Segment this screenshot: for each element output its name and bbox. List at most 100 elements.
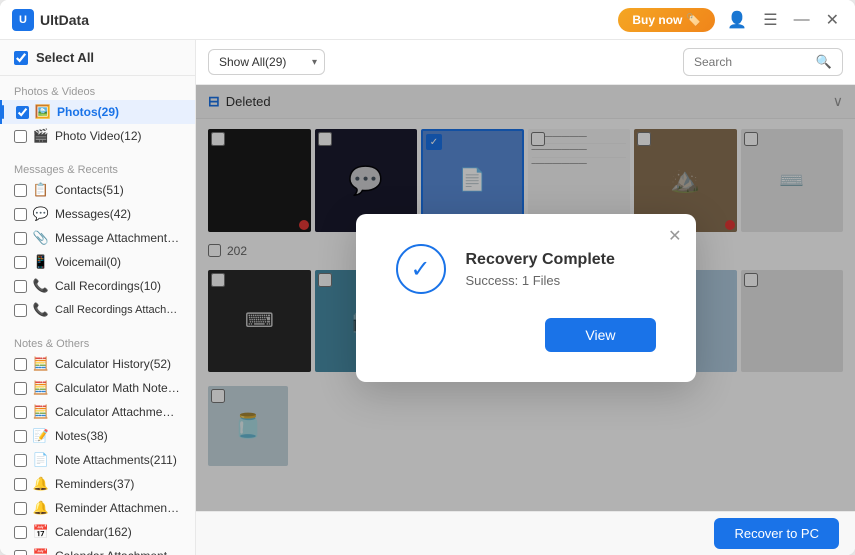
messages-icon: 💬 bbox=[33, 206, 49, 222]
sidebar-item-reminder-attach[interactable]: 🔔 Reminder Attachments(27) bbox=[0, 496, 195, 520]
reminder-attach-checkbox[interactable] bbox=[14, 502, 27, 515]
app-window: U UltData Buy now 🏷️ 👤 ☰ — ✕ Select All … bbox=[0, 0, 855, 555]
sidebar-item-cal-attach[interactable]: 📅 Calendar Attachments(1) bbox=[0, 544, 195, 555]
photos-checkbox[interactable] bbox=[16, 106, 29, 119]
reminder-attach-label: Reminder Attachments(27) bbox=[55, 501, 181, 515]
sidebar-item-contacts[interactable]: 📋 Contacts(51) bbox=[0, 178, 195, 202]
notes-checkbox[interactable] bbox=[14, 430, 27, 443]
sidebar-item-calendar[interactable]: 📅 Calendar(162) bbox=[0, 520, 195, 544]
search-icon: 🔍 bbox=[816, 54, 832, 70]
toolbar: Show All(29) Show Selected Show Deleted … bbox=[196, 40, 855, 85]
call-attach-checkbox[interactable] bbox=[14, 304, 27, 317]
close-button[interactable]: ✕ bbox=[822, 6, 843, 34]
sidebar-item-notes[interactable]: 📝 Notes(38) bbox=[0, 424, 195, 448]
buy-now-icon: 🏷️ bbox=[686, 13, 701, 27]
note-attach-checkbox[interactable] bbox=[14, 454, 27, 467]
note-attach-label: Note Attachments(211) bbox=[55, 453, 177, 467]
messages-checkbox[interactable] bbox=[14, 208, 27, 221]
sidebar-item-messages[interactable]: 💬 Messages(42) bbox=[0, 202, 195, 226]
section-title-photos: Photos & Videos bbox=[0, 82, 195, 100]
sidebar-item-calc-attach[interactable]: 🧮 Calculator Attachments(30) bbox=[0, 400, 195, 424]
msg-attach-icon: 📎 bbox=[33, 230, 49, 246]
photo-video-label: Photo Video(12) bbox=[55, 129, 142, 143]
section-photos-videos: Photos & Videos 🖼️ Photos(29) 🎬 Photo Vi… bbox=[0, 76, 195, 154]
app-name: UltData bbox=[40, 12, 89, 28]
filter-select-wrapper: Show All(29) Show Selected Show Deleted bbox=[208, 49, 325, 75]
buy-now-button[interactable]: Buy now 🏷️ bbox=[618, 8, 715, 32]
messages-label: Messages(42) bbox=[55, 207, 131, 221]
content-area: ⊟ Deleted ∨ 💬 bbox=[196, 85, 855, 511]
select-all-label: Select All bbox=[36, 50, 94, 65]
calc-math-label: Calculator Math Notes(6) bbox=[55, 381, 181, 395]
sidebar-item-photo-video[interactable]: 🎬 Photo Video(12) bbox=[0, 124, 195, 148]
note-attach-icon: 📄 bbox=[33, 452, 49, 468]
reminder-attach-icon: 🔔 bbox=[33, 500, 49, 516]
calc-history-label: Calculator History(52) bbox=[55, 357, 171, 371]
view-button[interactable]: View bbox=[545, 318, 655, 352]
bottom-bar: Recover to PC bbox=[196, 511, 855, 555]
modal-success-icon: ✓ bbox=[396, 244, 446, 294]
section-notes: Notes & Others 🧮 Calculator History(52) … bbox=[0, 328, 195, 555]
msg-attach-checkbox[interactable] bbox=[14, 232, 27, 245]
filter-select[interactable]: Show All(29) Show Selected Show Deleted bbox=[208, 49, 325, 75]
main-content: Select All Photos & Videos 🖼️ Photos(29)… bbox=[0, 40, 855, 555]
call-attach-label: Call Recordings Attachment... bbox=[55, 304, 181, 316]
notes-icon: 📝 bbox=[33, 428, 49, 444]
photo-video-icon: 🎬 bbox=[33, 128, 49, 144]
msg-attach-label: Message Attachments(16) bbox=[55, 231, 181, 245]
contacts-icon: 📋 bbox=[33, 182, 49, 198]
calc-history-checkbox[interactable] bbox=[14, 358, 27, 371]
sidebar-item-calc-math[interactable]: 🧮 Calculator Math Notes(6) bbox=[0, 376, 195, 400]
app-logo-icon: U bbox=[12, 9, 34, 31]
user-icon-button[interactable]: 👤 bbox=[723, 6, 751, 34]
right-panel: Show All(29) Show Selected Show Deleted … bbox=[196, 40, 855, 555]
section-messages: Messages & Recents 📋 Contacts(51) 💬 Mess… bbox=[0, 154, 195, 328]
modal-close-button[interactable]: ✕ bbox=[668, 226, 681, 246]
search-box: 🔍 bbox=[683, 48, 843, 76]
sidebar-item-photos[interactable]: 🖼️ Photos(29) bbox=[0, 100, 195, 124]
menu-icon-button[interactable]: ☰ bbox=[759, 6, 781, 34]
photos-icon: 🖼️ bbox=[35, 104, 51, 120]
calc-math-icon: 🧮 bbox=[33, 380, 49, 396]
contacts-label: Contacts(51) bbox=[55, 183, 124, 197]
reminders-checkbox[interactable] bbox=[14, 478, 27, 491]
select-all-row: Select All bbox=[0, 40, 195, 76]
search-input[interactable] bbox=[694, 55, 810, 69]
recover-to-pc-button[interactable]: Recover to PC bbox=[714, 518, 839, 549]
sidebar-item-call-attach[interactable]: 📞 Call Recordings Attachment... bbox=[0, 298, 195, 322]
voicemail-checkbox[interactable] bbox=[14, 256, 27, 269]
call-rec-label: Call Recordings(10) bbox=[55, 279, 161, 293]
notes-label: Notes(38) bbox=[55, 429, 108, 443]
calc-attach-checkbox[interactable] bbox=[14, 406, 27, 419]
sidebar-item-call-recordings[interactable]: 📞 Call Recordings(10) bbox=[0, 274, 195, 298]
contacts-checkbox[interactable] bbox=[14, 184, 27, 197]
modal-body: ✓ Recovery Complete Success: 1 Files bbox=[396, 244, 656, 294]
sidebar-item-voicemail[interactable]: 📱 Voicemail(0) bbox=[0, 250, 195, 274]
checkmark-icon: ✓ bbox=[410, 255, 430, 284]
sidebar-item-calc-history[interactable]: 🧮 Calculator History(52) bbox=[0, 352, 195, 376]
section-title-notes: Notes & Others bbox=[0, 334, 195, 352]
select-all-checkbox[interactable] bbox=[14, 51, 28, 65]
minimize-button[interactable]: — bbox=[790, 7, 814, 33]
title-bar-actions: Buy now 🏷️ 👤 ☰ — ✕ bbox=[618, 6, 843, 34]
reminders-icon: 🔔 bbox=[33, 476, 49, 492]
sidebar-item-msg-attachments[interactable]: 📎 Message Attachments(16) bbox=[0, 226, 195, 250]
cal-attach-checkbox[interactable] bbox=[14, 550, 27, 555]
calc-attach-icon: 🧮 bbox=[33, 404, 49, 420]
calc-attach-label: Calculator Attachments(30) bbox=[55, 405, 181, 419]
calc-math-checkbox[interactable] bbox=[14, 382, 27, 395]
sidebar-item-reminders[interactable]: 🔔 Reminders(37) bbox=[0, 472, 195, 496]
logo-letter: U bbox=[19, 14, 27, 26]
title-bar: U UltData Buy now 🏷️ 👤 ☰ — ✕ bbox=[0, 0, 855, 40]
calendar-label: Calendar(162) bbox=[55, 525, 132, 539]
call-rec-checkbox[interactable] bbox=[14, 280, 27, 293]
sidebar: Select All Photos & Videos 🖼️ Photos(29)… bbox=[0, 40, 196, 555]
sidebar-item-note-attach[interactable]: 📄 Note Attachments(211) bbox=[0, 448, 195, 472]
photo-video-checkbox[interactable] bbox=[14, 130, 27, 143]
call-rec-icon: 📞 bbox=[33, 278, 49, 294]
calendar-checkbox[interactable] bbox=[14, 526, 27, 539]
buy-now-label: Buy now bbox=[632, 13, 682, 27]
modal-text: Recovery Complete Success: 1 Files bbox=[466, 251, 656, 288]
photos-label: Photos(29) bbox=[57, 105, 119, 119]
app-logo-area: U UltData bbox=[12, 9, 618, 31]
